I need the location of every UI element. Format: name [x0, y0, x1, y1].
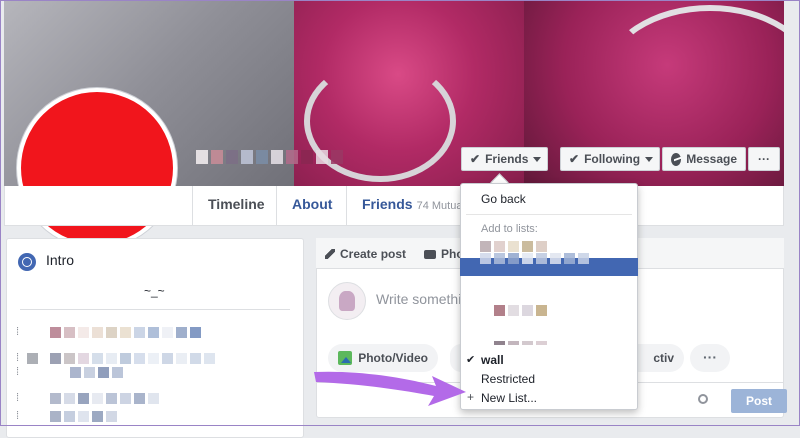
menu-item-wall[interactable]: wall — [481, 353, 504, 367]
intro-title: Intro — [46, 252, 75, 268]
mutual-friends-count: 74 Mutual — [416, 200, 465, 212]
following-button[interactable]: ✔ Following — [560, 147, 660, 171]
intro-item-redacted: ⁞ — [16, 366, 123, 378]
intro-bio: ~_~ — [144, 284, 165, 298]
menu-item-new-list[interactable]: New List... — [481, 391, 537, 405]
globe-icon — [18, 253, 36, 271]
intro-item-redacted: ⁞ — [16, 352, 215, 364]
gear-icon[interactable] — [698, 394, 708, 404]
intro-item-redacted: ⁞ — [16, 392, 159, 404]
menu-item-list-redacted[interactable] — [494, 341, 547, 345]
intro-divider — [20, 309, 290, 310]
annotation-arrow-icon — [314, 371, 466, 406]
intro-item-redacted: ⁞ — [16, 410, 117, 422]
menu-item-restricted[interactable]: Restricted — [481, 372, 535, 386]
chevron-down-icon — [645, 156, 654, 162]
info-icon: ⁞ — [16, 392, 20, 404]
tab-photo[interactable]: Pho — [424, 247, 464, 261]
nav-divider — [276, 186, 277, 226]
intro-card — [6, 238, 304, 438]
nav-divider — [346, 186, 347, 226]
pencil-icon — [325, 249, 335, 259]
tab-friends[interactable]: Friends 74 Mutual — [362, 196, 465, 212]
composer-avatar — [328, 282, 366, 320]
chevron-down-icon — [533, 156, 542, 162]
messenger-icon — [671, 152, 682, 166]
info-icon: ⁞ — [16, 366, 20, 378]
feeling-activity-label: ctiv — [653, 351, 674, 365]
tab-about[interactable]: About — [292, 196, 332, 212]
message-button-label: Message — [686, 152, 737, 166]
post-button[interactable]: Post — [731, 389, 787, 413]
more-options-button[interactable]: ··· — [748, 147, 780, 171]
check-icon: ✔ — [470, 152, 481, 166]
camera-icon — [424, 250, 436, 259]
tab-create-post[interactable]: Create post — [325, 247, 406, 261]
info-icon: ⁞ — [16, 352, 20, 364]
check-icon: ✔ — [569, 152, 580, 166]
menu-item-list-redacted[interactable] — [494, 305, 547, 316]
tab-timeline[interactable]: Timeline — [208, 196, 265, 212]
profile-name-redacted — [196, 150, 343, 168]
menu-divider — [466, 214, 632, 215]
more-options-label: ··· — [758, 152, 770, 166]
intro-item-redacted: ⁞ — [16, 326, 201, 338]
post-input[interactable]: Write somethin — [376, 291, 469, 307]
menu-item-list-redacted[interactable] — [480, 241, 547, 252]
composer-more-button[interactable]: ··· — [690, 344, 730, 372]
info-icon: ⁞ — [16, 326, 20, 338]
info-icon: ⁞ — [16, 410, 20, 422]
friends-button-label: Friends — [485, 152, 529, 166]
friends-button[interactable]: ✔ Friends — [461, 147, 548, 171]
tab-friends-label: Friends — [362, 196, 413, 212]
message-button[interactable]: Message — [662, 147, 746, 171]
menu-item-go-back[interactable]: Go back — [481, 192, 526, 206]
menu-item-list-redacted[interactable] — [480, 253, 589, 264]
nav-divider — [192, 186, 193, 226]
following-button-label: Following — [584, 152, 641, 166]
create-post-label: Create post — [340, 247, 407, 261]
add-to-lists-header: Add to lists: — [481, 223, 538, 235]
